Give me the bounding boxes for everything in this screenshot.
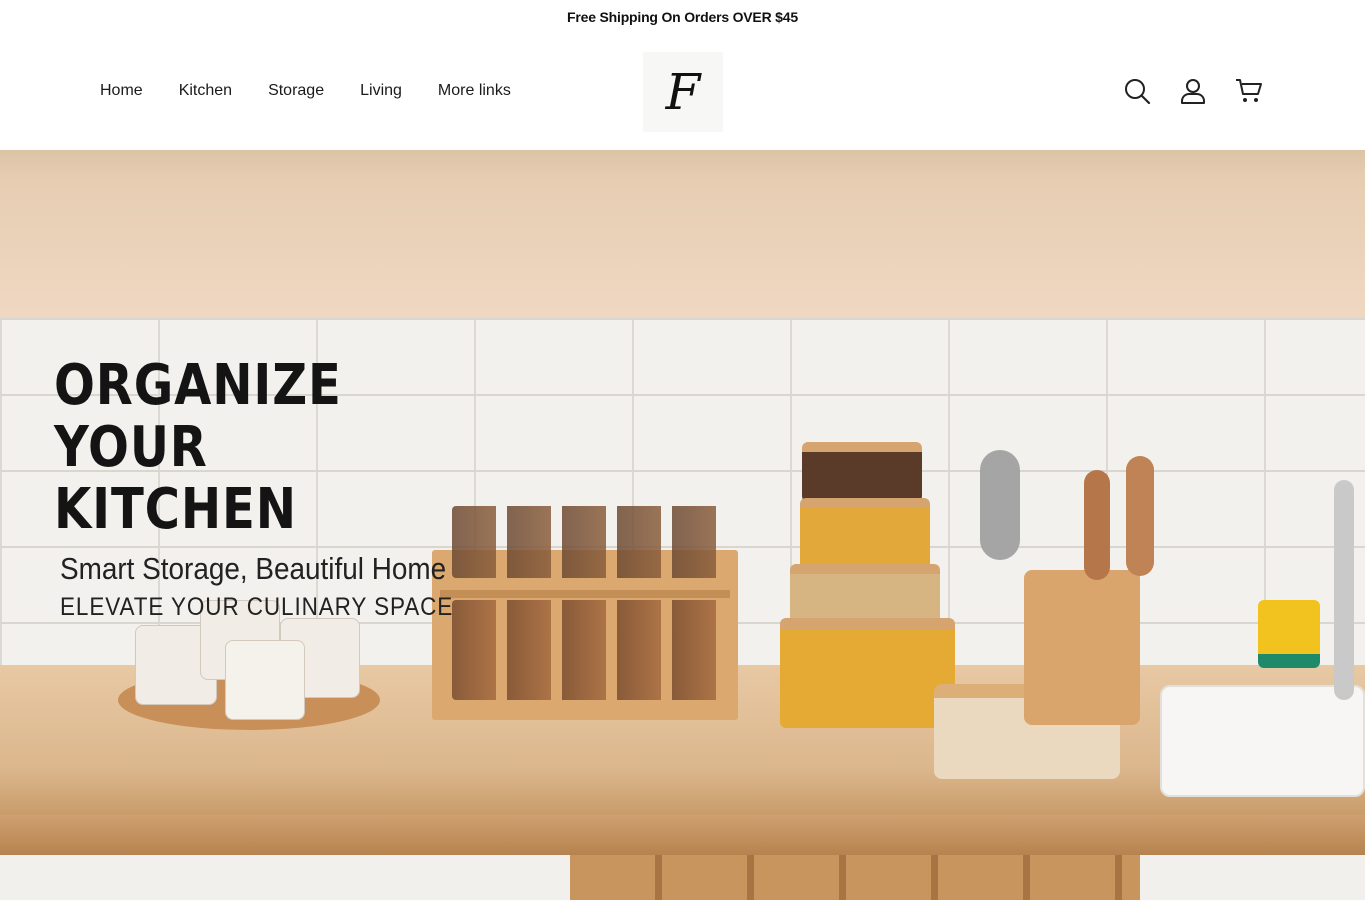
nav-item-storage[interactable]: Storage <box>268 82 324 100</box>
logo-letter: F <box>665 63 701 121</box>
hero-title-line-2: KITCHEN <box>54 477 297 542</box>
hero-tagline: ELEVATE YOUR CULINARY SPACE <box>60 593 454 621</box>
hero-title: ORGANIZE YOUR KITCHEN <box>54 355 458 541</box>
main-nav: Home Kitchen Storage Living More links <box>100 82 547 100</box>
hero-title-line-1: ORGANIZE YOUR <box>54 353 342 480</box>
utensil-illustration <box>980 450 1020 560</box>
utensil-illustration <box>1126 456 1154 576</box>
site-header: Home Kitchen Storage Living More links F <box>0 34 1365 150</box>
header-icons <box>1120 74 1266 108</box>
nav-item-kitchen[interactable]: Kitchen <box>179 82 232 100</box>
utensil-illustration <box>1084 470 1110 580</box>
search-icon[interactable] <box>1120 74 1154 108</box>
canister-illustration <box>225 640 305 720</box>
hero-subtitle: Smart Storage, Beautiful Home <box>60 551 447 586</box>
cart-icon[interactable] <box>1232 74 1266 108</box>
sponge-illustration <box>1258 600 1320 668</box>
faucet-illustration <box>1334 480 1354 700</box>
announcement-text: Free Shipping On Orders OVER $45 <box>567 9 798 25</box>
hero-wall-background <box>0 150 1365 318</box>
hero-counter-edge <box>0 815 1365 855</box>
sink-illustration <box>1160 685 1365 797</box>
hero-drawer <box>570 855 1140 900</box>
hero-banner[interactable]: ORGANIZE YOUR KITCHEN Smart Storage, Bea… <box>0 150 1365 900</box>
account-icon[interactable] <box>1176 74 1210 108</box>
storage-container-illustration <box>802 442 922 502</box>
storage-container-illustration <box>780 618 955 728</box>
announcement-bar: Free Shipping On Orders OVER $45 <box>0 0 1365 34</box>
nav-item-more-links[interactable]: More links <box>438 82 511 100</box>
nav-item-living[interactable]: Living <box>360 82 402 100</box>
utensil-holder-illustration <box>1024 570 1140 725</box>
nav-item-home[interactable]: Home <box>100 82 143 100</box>
site-logo[interactable]: F <box>643 52 723 132</box>
hero-text-block: ORGANIZE YOUR KITCHEN Smart Storage, Bea… <box>54 355 524 622</box>
